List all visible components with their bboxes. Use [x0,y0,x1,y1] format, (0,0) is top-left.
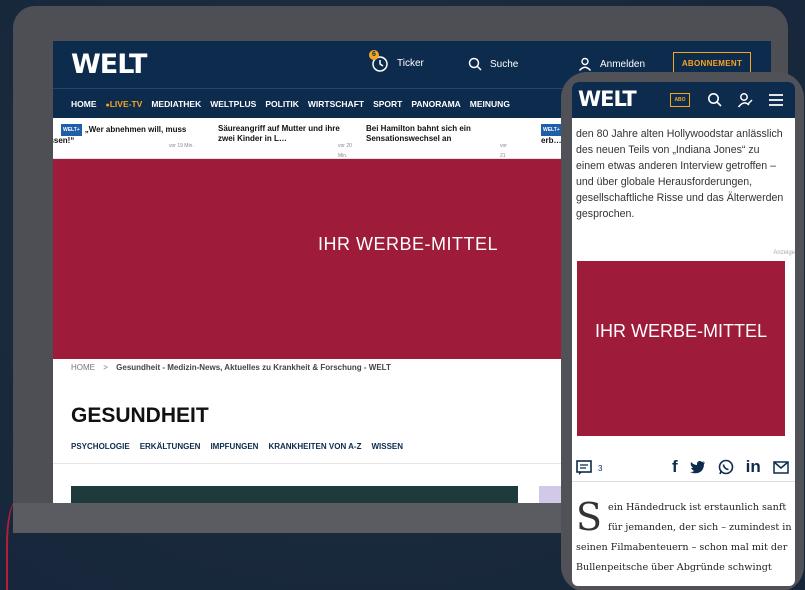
nav-item-live-tv[interactable]: LIVE-TV [106,99,143,109]
nav-item-home[interactable]: HOME [71,99,97,109]
subnav-item[interactable]: KRANKHEITEN VON A-Z [268,442,361,451]
nav-item-meinung[interactable]: MEINUNG [470,99,510,109]
share-bar: 3 f in [572,452,795,482]
ad-label: IHR WERBE-MITTEL [317,234,498,254]
breadcrumb-current: Gesundheit - Medizin-News, Aktuelles zu … [116,363,391,372]
search-icon[interactable] [707,92,722,107]
ad-tag: Anzeige [773,250,795,256]
facebook-icon[interactable]: f [672,458,678,476]
article-dropcap: S [576,495,603,539]
search-icon [468,57,482,71]
nav-item-wirtschaft[interactable]: WIRTSCHAFT [308,99,364,109]
search-button[interactable]: Suche [468,57,518,71]
article-intro: den 80 Jahre alten Hollywoodstar anlässl… [576,128,784,220]
linkedin-icon[interactable]: in [746,458,761,476]
ad-banner[interactable]: IHR WERBE-MITTEL [577,261,785,436]
ticker-count-badge: 6 [369,50,379,60]
ticker-icon: 6 [369,50,389,73]
teaser-image[interactable] [71,486,518,503]
login-button[interactable]: Anmelden [578,57,645,71]
news-item[interactable]: WELT+„Wer abnehmen will, muss essen!“ vo… [53,124,195,149]
comments-button[interactable]: 3 [576,460,602,476]
subnav-item[interactable]: PSYCHOLOGIE [71,442,130,451]
nav-item-weltplus[interactable]: WELTPLUS [210,99,256,109]
subnav-item[interactable]: WISSEN [371,442,403,451]
article-body: Sein Händedruck ist erstaunlich sanft fü… [576,498,792,578]
section-subnav: PSYCHOLOGIE ERKÄLTUNGEN IMPFUNGEN KRANKH… [71,442,413,451]
comment-icon [576,460,592,475]
article-text: ein Händedruck ist erstaunlich sanft für… [576,502,792,573]
news-time: vor 20 Min. [338,143,352,159]
nav-item-politik[interactable]: POLITIK [265,99,299,109]
news-item[interactable]: Säureangriff auf Mutter und ihre zwei Ki… [218,124,358,159]
welt-logo[interactable]: WELT [578,87,637,111]
ad-label: IHR WERBE-MITTEL [594,321,767,341]
ticker-button[interactable]: 6 Ticker [369,50,424,73]
page-title: GESUNDHEIT [71,404,209,427]
nav-item-panorama[interactable]: PANORAMA [411,99,460,109]
nav-item-mediathek[interactable]: MEDIATHEK [151,99,201,109]
breadcrumb-home[interactable]: HOME [71,363,95,372]
comment-count: 3 [598,463,603,473]
news-title: Bei Hamilton bahnt sich ein Sensationswe… [366,124,471,143]
menu-icon[interactable] [768,93,784,107]
welt-logo[interactable]: WELT [71,49,147,80]
breadcrumb-separator: > [103,363,108,372]
phone-frame: WELT ABO den 80 Jahre alten Hollywoodsta… [561,72,804,590]
search-label: Suche [490,58,519,70]
news-time: vor 19 Min. [169,143,194,149]
twitter-icon[interactable] [689,460,706,474]
news-item[interactable]: Bei Hamilton bahnt sich ein Sensationswe… [366,124,509,169]
whatsapp-icon[interactable] [718,459,734,475]
nav-item-sport[interactable]: SPORT [373,99,402,109]
user-icon [578,57,592,71]
subscribe-button[interactable]: ABO [670,93,690,107]
share-icons: f in [672,458,789,476]
weltplus-badge: WELT+ [61,124,82,136]
news-title: Säureangriff auf Mutter und ihre zwei Ki… [218,124,340,143]
login-label: Anmelden [600,58,646,70]
subnav-item[interactable]: IMPFUNGEN [210,442,258,451]
ticker-label: Ticker [397,57,424,69]
mobile-header: WELT ABO [572,82,795,118]
mail-icon[interactable] [773,460,789,474]
weltplus-badge: WELT+ [541,124,562,136]
subnav-item[interactable]: ERKÄLTUNGEN [140,442,201,451]
mobile-screen: WELT ABO den 80 Jahre alten Hollywoodsta… [572,82,795,586]
user-icon[interactable] [737,92,753,108]
laptop-base [13,503,573,533]
breadcrumb: HOME > Gesundheit - Medizin-News, Aktuel… [71,363,391,372]
